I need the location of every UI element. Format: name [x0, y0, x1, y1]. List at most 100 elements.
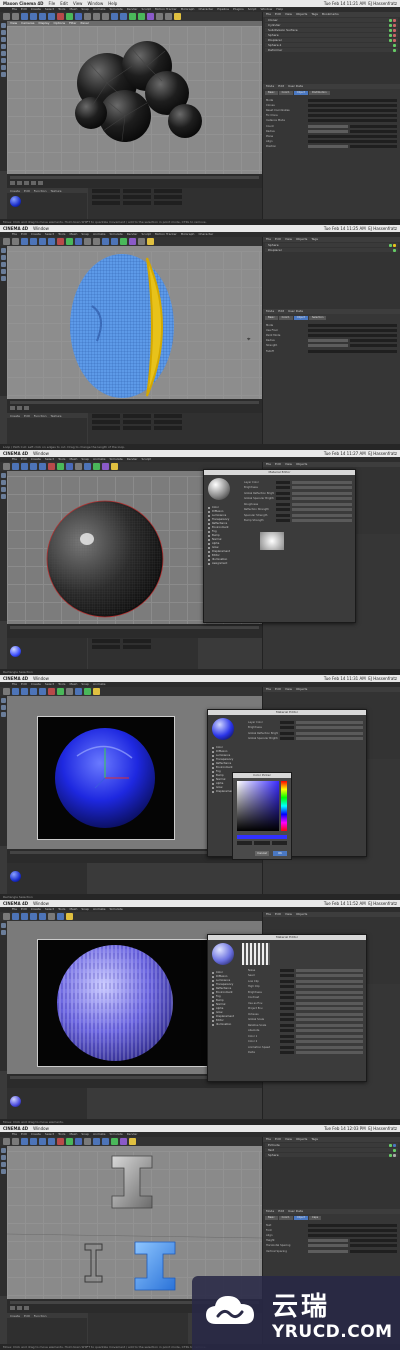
setting-row[interactable]: Low Clip — [248, 979, 363, 983]
attr-row[interactable]: Paint Mode — [266, 334, 397, 338]
mode-points-icon[interactable] — [1, 480, 6, 485]
mode-polygons-icon[interactable] — [1, 1169, 6, 1174]
light-icon[interactable] — [66, 913, 73, 920]
move-icon[interactable] — [30, 13, 37, 20]
rotate-icon[interactable] — [48, 238, 55, 245]
ok-button[interactable]: OK — [273, 851, 287, 856]
app-menu[interactable]: CINEMA 4D — [3, 225, 28, 232]
material-thumbnail[interactable] — [10, 646, 21, 657]
camera-icon[interactable] — [138, 238, 145, 245]
object-row[interactable]: Extrude — [265, 1143, 398, 1147]
axis-y-icon[interactable] — [66, 238, 73, 245]
attr-row[interactable]: Radius — [266, 129, 397, 133]
axis-y-icon[interactable] — [57, 463, 64, 470]
object-row[interactable]: Cylinder — [265, 23, 398, 27]
move-icon[interactable] — [30, 238, 37, 245]
light-icon[interactable] — [147, 238, 154, 245]
object-row[interactable]: Displacer — [265, 38, 398, 42]
move-icon[interactable] — [21, 913, 28, 920]
scale-icon[interactable] — [30, 688, 37, 695]
size-z-field[interactable] — [123, 426, 151, 430]
light-icon[interactable] — [111, 463, 118, 470]
size-x-field[interactable] — [123, 414, 151, 418]
mode-polygons-icon[interactable] — [1, 712, 6, 717]
undo-icon[interactable] — [3, 13, 10, 20]
move-icon[interactable] — [30, 1138, 37, 1145]
axis-z-icon[interactable] — [75, 1138, 82, 1145]
timeline-ruler[interactable] — [10, 176, 259, 179]
snap-icon[interactable] — [1, 58, 6, 63]
setting-row[interactable]: Absolute — [248, 1029, 363, 1033]
axis-z-icon[interactable] — [75, 238, 82, 245]
tab-coord[interactable]: Coord. — [278, 1216, 293, 1220]
setting-row[interactable]: Reflection Strength — [244, 508, 352, 512]
mat-create[interactable]: Create — [10, 189, 20, 193]
render-settings-icon[interactable] — [102, 13, 109, 20]
play-icon[interactable] — [17, 1306, 22, 1310]
tab-object[interactable]: Object — [293, 316, 308, 320]
setting-row[interactable]: Seed — [248, 974, 363, 978]
app-menu[interactable]: CINEMA 4D — [3, 900, 28, 907]
move-icon[interactable] — [21, 463, 28, 470]
object-row[interactable]: Text — [265, 1148, 398, 1152]
attr-row[interactable]: Plane — [266, 135, 397, 139]
object-row[interactable]: Deformer — [265, 48, 398, 52]
live-select-icon[interactable] — [12, 463, 19, 470]
subdivision-icon[interactable] — [84, 688, 91, 695]
object-row[interactable]: Sphere — [265, 243, 398, 247]
tab-object[interactable]: Object — [293, 91, 308, 95]
attr-row[interactable]: Align — [266, 140, 397, 144]
axis-x-icon[interactable] — [48, 688, 55, 695]
mode-model-icon[interactable] — [1, 1148, 6, 1153]
timeline-ruler[interactable] — [10, 626, 259, 629]
rot-p-field[interactable] — [154, 195, 182, 199]
tab-basic[interactable]: Basic — [265, 91, 278, 95]
menu-window[interactable]: Window — [33, 225, 49, 232]
cube-icon[interactable] — [57, 913, 64, 920]
object-row[interactable]: Displacer — [265, 248, 398, 252]
setting-row[interactable]: Layer Color — [248, 720, 363, 724]
rot-h-field[interactable] — [154, 189, 182, 193]
live-select-icon[interactable] — [12, 913, 19, 920]
undo-icon[interactable] — [3, 913, 10, 920]
mode-edges-icon[interactable] — [1, 1162, 6, 1167]
pen-icon[interactable] — [111, 238, 118, 245]
axis-y-icon[interactable] — [57, 688, 64, 695]
setting-row[interactable]: Brightness — [244, 486, 352, 490]
snap-icon[interactable] — [1, 276, 6, 281]
axis-x-icon[interactable] — [57, 1138, 64, 1145]
axis-x-icon[interactable] — [57, 13, 64, 20]
timeline[interactable] — [7, 174, 262, 188]
undo-icon[interactable] — [3, 1138, 10, 1145]
mode-texture-icon[interactable] — [1, 30, 6, 35]
object-row[interactable]: Cloner — [265, 18, 398, 22]
app-menu[interactable]: Maxon Cinema 4D — [3, 0, 43, 7]
setting-row[interactable]: Global Reflection Brightness — [248, 731, 363, 735]
object-row[interactable]: Sphere — [265, 1153, 398, 1157]
setting-row[interactable]: Noise — [248, 968, 363, 972]
go-end-icon[interactable] — [38, 181, 43, 185]
size-y-field[interactable] — [123, 195, 151, 199]
move-icon[interactable] — [21, 688, 28, 695]
cancel-button[interactable]: Cancel — [255, 851, 269, 856]
setting-row[interactable]: Global Reflection Brightness — [244, 491, 352, 495]
menu-help[interactable]: Help — [108, 0, 117, 7]
setting-row[interactable]: Animation Speed — [248, 1045, 363, 1049]
live-select-icon[interactable] — [21, 1138, 28, 1145]
rot-h-field[interactable] — [154, 414, 182, 418]
menu-window[interactable]: Window — [33, 675, 49, 682]
mode-points-icon[interactable] — [1, 37, 6, 42]
attr-row[interactable]: Clones — [266, 103, 397, 107]
wireframe-sphere-mesh[interactable]: ⌖ — [7, 246, 262, 399]
app-menu[interactable]: CINEMA 4D — [3, 675, 28, 682]
render-view-icon[interactable] — [84, 238, 91, 245]
mode-polygons-icon[interactable] — [1, 269, 6, 274]
render-icon[interactable] — [84, 1138, 91, 1145]
light-icon[interactable] — [129, 1138, 136, 1145]
attr-row[interactable]: Align — [266, 1234, 397, 1238]
mode-edges-icon[interactable] — [1, 262, 6, 267]
viewport[interactable]: ⌖ — [7, 246, 262, 399]
setting-row[interactable]: Specular Strength — [244, 513, 352, 517]
go-end-icon[interactable] — [24, 406, 29, 410]
material-thumbnail[interactable] — [10, 1096, 21, 1107]
